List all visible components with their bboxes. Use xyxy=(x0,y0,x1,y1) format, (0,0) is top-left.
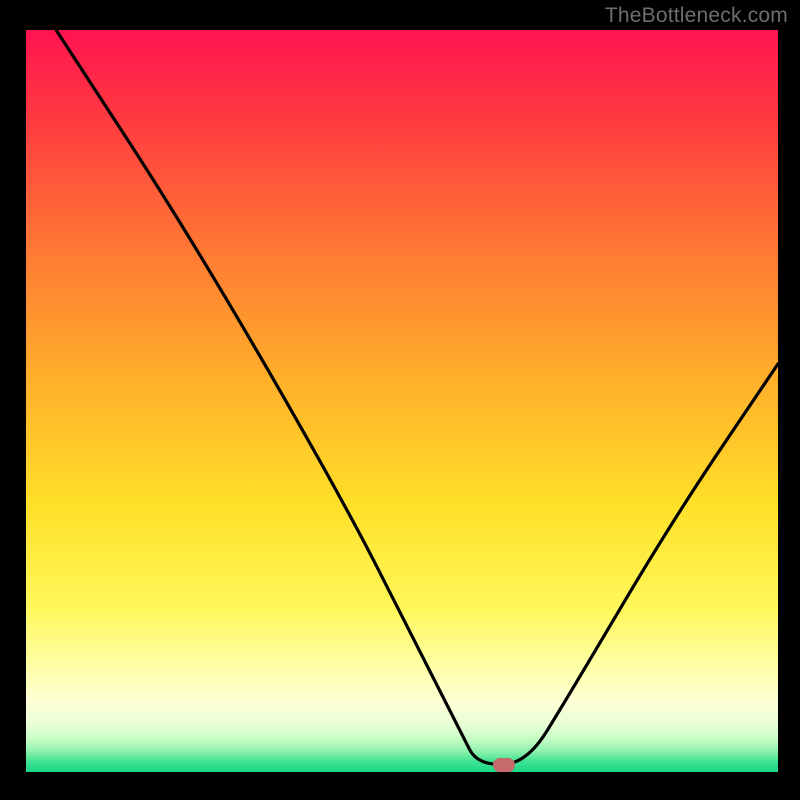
plot-area xyxy=(26,30,778,772)
optimal-point-marker xyxy=(493,758,515,772)
curve-layer xyxy=(26,30,778,772)
chart-frame: TheBottleneck.com xyxy=(0,0,800,800)
watermark-text: TheBottleneck.com xyxy=(605,4,788,28)
bottleneck-curve xyxy=(56,30,778,765)
